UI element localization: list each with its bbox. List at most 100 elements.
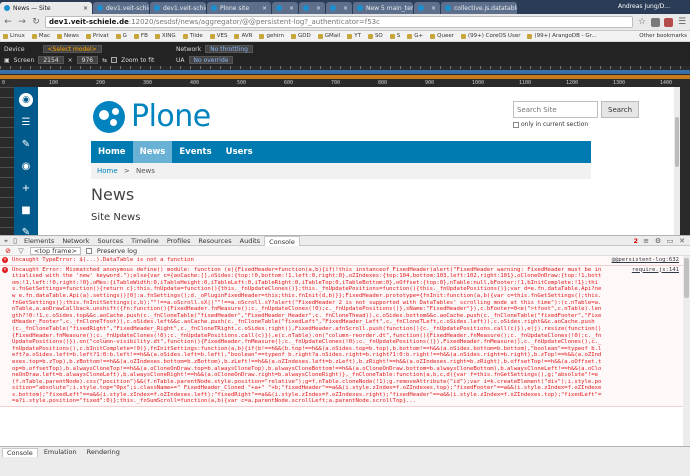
swap-dimensions-icon[interactable]: ⇆ xyxy=(102,57,107,64)
tab-close-icon[interactable]: × xyxy=(259,5,267,12)
drawer-toggle-icon[interactable]: ≡ xyxy=(642,237,650,245)
bookmark-star-icon[interactable]: ☆ xyxy=(637,17,647,27)
browser-tab[interactable]: New 5 main_template× xyxy=(353,2,413,14)
bookmark-item[interactable]: (99+) CoreOS User xyxy=(460,33,520,39)
console-source-link[interactable]: require.js:141 xyxy=(632,267,679,274)
nav-item-home[interactable]: Home xyxy=(91,141,133,163)
browser-tab[interactable]: × xyxy=(299,2,325,14)
bookmark-item[interactable]: XING xyxy=(154,33,176,39)
bookmark-item[interactable]: FB xyxy=(133,33,148,39)
tab-console[interactable]: Console xyxy=(264,235,300,246)
browser-tab[interactable]: News — Site × xyxy=(0,2,92,14)
device-select[interactable]: <Select model> xyxy=(42,45,102,53)
bookmark-item[interactable]: G xyxy=(115,33,127,39)
nav-item-users[interactable]: Users xyxy=(219,141,260,163)
media-query-bar[interactable] xyxy=(0,70,690,74)
view-icon[interactable]: ◉ xyxy=(20,161,32,173)
tab-profiles[interactable]: Profiles xyxy=(163,236,195,246)
bookmark-item[interactable]: GDD xyxy=(291,33,311,39)
tab-close-icon[interactable]: × xyxy=(313,5,321,12)
bookmark-item[interactable]: (99+) ArangoDB - Gr... xyxy=(527,33,597,39)
tab-close-icon[interactable]: × xyxy=(340,5,348,12)
tab-close-icon[interactable]: × xyxy=(80,5,88,12)
profile-name[interactable]: Andreas Jung/D... xyxy=(618,3,670,10)
tab-timeline[interactable]: Timeline xyxy=(127,236,163,246)
tab-close-icon[interactable]: × xyxy=(428,5,436,12)
filter-icon[interactable]: ▽ xyxy=(17,247,25,255)
bookmark-item[interactable]: AVR xyxy=(234,33,252,39)
console-message[interactable]: × Uncaught Error: Mismatched anonymous de… xyxy=(0,265,683,408)
edit-icon[interactable]: ✎ xyxy=(20,139,32,151)
breadcrumb-home[interactable]: Home xyxy=(97,167,118,175)
bookmark-item[interactable]: Linux xyxy=(3,33,25,39)
bookmark-item[interactable]: Privat xyxy=(85,33,109,39)
zoom-to-fit-checkbox[interactable] xyxy=(111,57,118,63)
error-count[interactable]: 2 xyxy=(633,237,638,245)
clear-console-icon[interactable]: ⊘ xyxy=(4,247,12,255)
browser-tab[interactable]: × xyxy=(414,2,440,14)
tab-close-icon[interactable]: × xyxy=(286,5,294,12)
reload-icon[interactable]: ↻ xyxy=(31,17,41,27)
bookmark-item[interactable]: YT xyxy=(347,33,361,39)
forward-icon[interactable]: → xyxy=(17,17,27,27)
console-scrollbar-thumb[interactable] xyxy=(684,258,689,298)
console-message[interactable]: × Uncaught TypeError: $(...).DataTable is… xyxy=(0,256,683,266)
url-input[interactable]: dev1.veit-schiele.de:12020/sesdsf/news/a… xyxy=(45,16,633,28)
browser-tab[interactable]: × xyxy=(272,2,298,14)
ua-input[interactable]: No override xyxy=(188,56,234,64)
tab-elements[interactable]: Elements xyxy=(20,236,58,246)
browser-tab[interactable]: dev1.veit-schiele.de:1× xyxy=(93,2,149,14)
close-icon[interactable]: ✕ xyxy=(678,237,686,245)
folder-contents-icon[interactable]: ☰ xyxy=(20,117,32,129)
browser-tab[interactable]: Plone site × xyxy=(207,2,271,14)
search-input[interactable] xyxy=(513,101,598,118)
bookmark-item[interactable]: GMail xyxy=(317,33,340,39)
bookmark-item[interactable]: Tilde xyxy=(182,33,203,39)
screen-height-input[interactable]: 976 xyxy=(76,56,99,64)
nav-item-news[interactable]: News xyxy=(132,141,173,163)
drawer-tab-console[interactable]: Console xyxy=(2,447,38,457)
drawer-tab-emulation[interactable]: Emulation xyxy=(40,448,81,456)
search-button[interactable]: Search xyxy=(601,101,640,118)
only-section-checkbox[interactable] xyxy=(513,121,519,128)
only-section-option[interactable]: only in current section xyxy=(513,121,588,128)
browser-tab[interactable]: × xyxy=(326,2,352,14)
console-scrollbar[interactable] xyxy=(683,256,690,446)
settings-icon[interactable]: ⚙ xyxy=(654,237,662,245)
inspect-icon[interactable]: ⌖ xyxy=(2,237,10,245)
bookmark-item[interactable]: SO xyxy=(367,33,383,39)
state-icon[interactable]: ■ xyxy=(20,205,32,217)
dock-icon[interactable]: ▭ xyxy=(666,237,674,245)
media-query-bar[interactable] xyxy=(0,75,690,79)
bookmark-item[interactable]: Queer xyxy=(430,33,454,39)
menu-icon[interactable]: ☰ xyxy=(677,17,687,27)
bookmark-item[interactable]: gehirn xyxy=(259,33,284,39)
tab-resources[interactable]: Resources xyxy=(194,236,235,246)
nav-item-events[interactable]: Events xyxy=(172,141,218,163)
extension-icon[interactable] xyxy=(664,17,673,27)
device-mode-icon[interactable]: ▯ xyxy=(11,237,19,245)
bookmark-item[interactable]: S xyxy=(389,33,400,39)
screen-width-input[interactable]: 2154 xyxy=(38,56,64,64)
tab-network[interactable]: Network xyxy=(58,236,93,246)
extension-icon[interactable] xyxy=(651,17,660,27)
tab-sources[interactable]: Sources xyxy=(93,236,127,246)
tab-audits[interactable]: Audits xyxy=(236,236,264,246)
preserve-log-checkbox[interactable] xyxy=(85,247,92,254)
site-scrollbar-thumb[interactable] xyxy=(675,117,679,167)
bookmark-item[interactable]: Mac xyxy=(31,33,50,39)
drawer-tab-rendering[interactable]: Rendering xyxy=(83,448,124,456)
bookmark-item[interactable]: G+ xyxy=(407,33,423,39)
network-select[interactable]: No throttling xyxy=(205,45,253,53)
console-source-link[interactable]: @@persistent-log:632 xyxy=(612,257,679,264)
browser-tab[interactable]: collective.js.datatables× xyxy=(441,2,517,14)
back-icon[interactable]: ← xyxy=(3,17,13,27)
add-icon[interactable]: + xyxy=(20,183,32,195)
bookmark-item[interactable]: News xyxy=(56,33,79,39)
site-logo[interactable]: Plone xyxy=(93,99,211,134)
other-bookmarks[interactable]: Other bookmarks xyxy=(639,33,687,39)
browser-tab[interactable]: dev1.veit-schiele.de:1× xyxy=(150,2,206,14)
plone-logo-icon[interactable]: ◉ xyxy=(19,93,33,107)
console-output[interactable]: × Uncaught TypeError: $(...).DataTable is… xyxy=(0,256,683,446)
bookmark-item[interactable]: VES xyxy=(209,33,227,39)
